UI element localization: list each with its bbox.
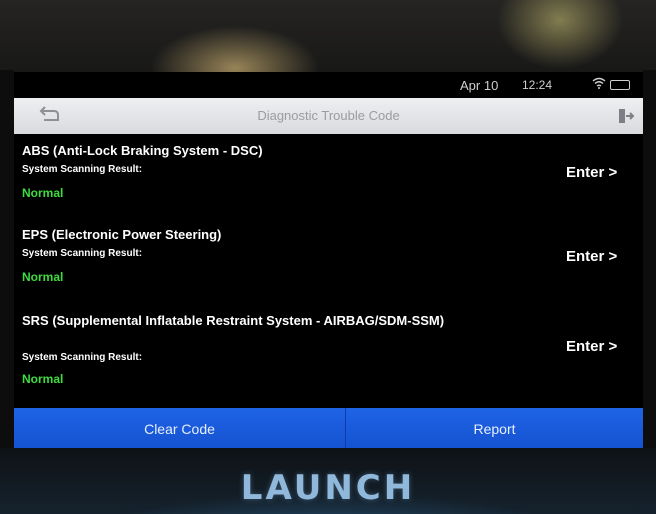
device-bezel-left (0, 70, 14, 460)
dtc-system-list: ABS (Anti-Lock Braking System - DSC) Sys… (14, 134, 643, 404)
scan-result-label: System Scanning Result: (22, 248, 143, 259)
system-entry-eps: EPS (Electronic Power Steering) System S… (14, 226, 643, 306)
wifi-icon (592, 77, 606, 92)
enter-button-eps[interactable]: Enter > (566, 248, 617, 265)
system-entry-srs: SRS (Supplemental Inflatable Restraint S… (14, 312, 643, 404)
scan-result-status: Normal (22, 186, 64, 200)
scan-result-status: Normal (22, 270, 64, 284)
enter-button-srs[interactable]: Enter > (566, 338, 617, 355)
system-name: ABS (Anti-Lock Braking System - DSC) (22, 143, 263, 158)
battery-icon (610, 80, 630, 90)
title-bar: Diagnostic Trouble Code (14, 98, 643, 134)
brand-logo: LAUNCH (240, 468, 416, 508)
report-button[interactable]: Report (346, 408, 643, 450)
bottom-action-bar: Clear Code Report (14, 408, 643, 450)
photo-background-top (0, 0, 656, 80)
status-bar: Apr 10 12:24 (14, 72, 643, 98)
page-title: Diagnostic Trouble Code (257, 108, 400, 123)
status-date: Apr 10 (460, 78, 499, 93)
system-name: SRS (Supplemental Inflatable Restraint S… (22, 313, 445, 328)
device-bezel-right (643, 70, 656, 460)
tablet-screen: Apr 10 12:24 Diagnostic Trouble Code ABS… (14, 72, 643, 450)
scan-result-label: System Scanning Result: (22, 164, 143, 175)
system-name: EPS (Electronic Power Steering) (22, 227, 222, 242)
status-time: 12:24 (522, 78, 553, 92)
scan-result-status: Normal (22, 372, 64, 386)
exit-icon (614, 109, 636, 132)
exit-button[interactable] (614, 104, 636, 128)
scan-result-label: System Scanning Result: (22, 352, 143, 363)
enter-button-abs[interactable]: Enter > (566, 164, 617, 181)
clear-code-button[interactable]: Clear Code (14, 408, 345, 450)
system-entry-abs: ABS (Anti-Lock Braking System - DSC) Sys… (14, 142, 643, 222)
